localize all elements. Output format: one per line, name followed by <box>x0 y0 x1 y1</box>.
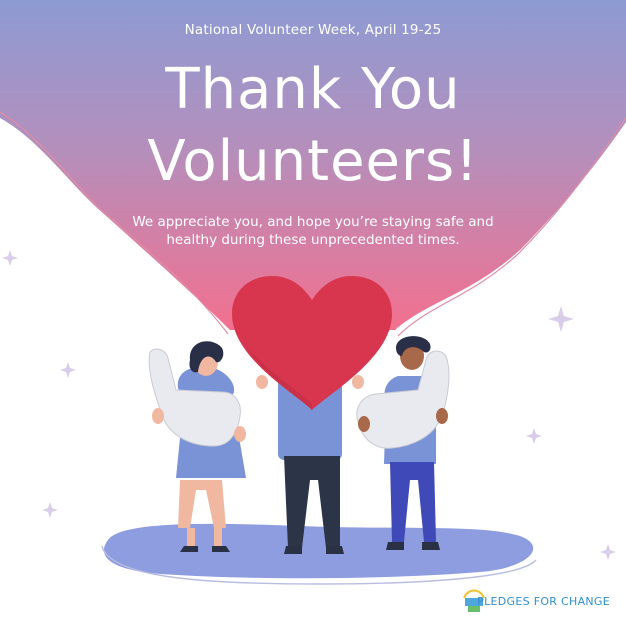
organization-name: PLEDGES FOR CHANGE <box>477 595 610 608</box>
sparkle-icon <box>60 362 76 378</box>
title-line-1: Thank You <box>165 57 461 122</box>
sparkle-icon <box>600 544 616 560</box>
volunteer-right <box>356 336 450 550</box>
ground-shadow <box>103 523 534 579</box>
volunteer-left <box>148 341 246 552</box>
sparkle-icon <box>42 502 58 518</box>
event-subtitle: National Volunteer Week, April 19-25 <box>184 22 442 38</box>
title-line-2: Volunteers! <box>147 129 479 194</box>
sparkle-icon <box>548 306 574 332</box>
appreciation-message: We appreciate you, and hope you’re stayi… <box>132 214 494 248</box>
sparkle-icon <box>526 428 542 444</box>
organization-brand: PLEDGES FOR CHANGE <box>473 595 610 608</box>
poster: National Volunteer Week, April 19-25 Tha… <box>0 0 626 625</box>
sparkle-icon <box>2 250 18 266</box>
